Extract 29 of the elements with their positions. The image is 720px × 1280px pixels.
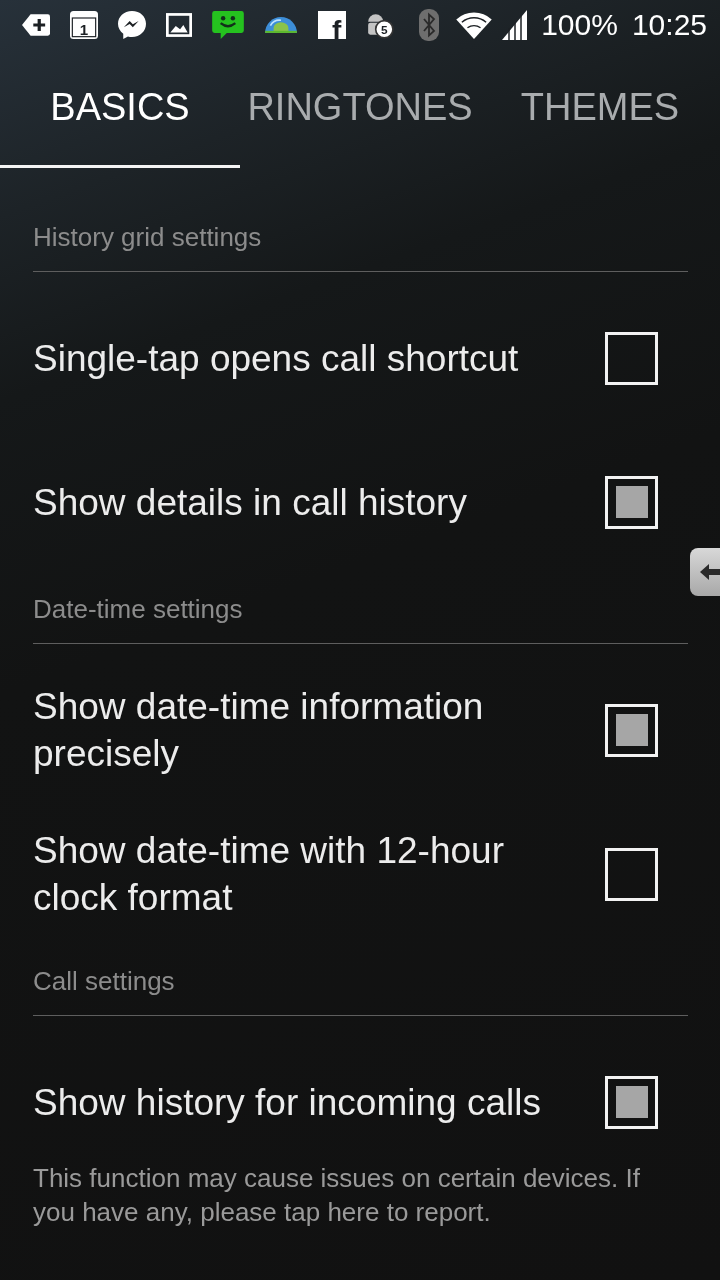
tab[interactable]: THEMES [480,50,720,168]
setting-label: Show details in call history [33,480,468,525]
checkbox[interactable] [605,847,658,901]
section-header: Call settings [33,966,175,996]
globe-icon [264,16,298,34]
section-header: History grid settings [33,222,262,252]
wifi-icon [455,11,494,39]
setting-label: Show date-time with 12-hour clock format [33,829,505,920]
setting-label: Show history for incoming calls [33,1080,542,1125]
report-note[interactable]: This function may cause issues on certain devices. If you have any, please tap here to report. [33,1161,676,1229]
checkbox[interactable] [605,703,658,757]
bluetooth-icon [419,9,440,41]
signal-icon [501,10,528,40]
calendar-icon: 1 [70,11,98,39]
checkbox[interactable] [605,475,658,529]
arrow-tab-icon[interactable] [690,548,720,596]
chat-bubble-icon [118,11,146,39]
setting-label: Single-tap opens call shortcut [33,336,520,381]
section-header: Date-time settings [33,594,243,624]
checkbox[interactable] [605,1075,658,1129]
image-icon [166,13,192,37]
smiley-chat-icon [212,11,244,39]
setting-label: Show date-time information precisely [33,685,485,776]
clock-time: 10:25 [631,7,707,43]
tag-plus-icon [22,14,50,36]
tab[interactable]: RINGTONES [240,50,480,168]
tab[interactable]: BASICS [0,50,240,168]
battery-percentage: 100% [541,7,618,43]
checkbox[interactable] [605,331,658,385]
